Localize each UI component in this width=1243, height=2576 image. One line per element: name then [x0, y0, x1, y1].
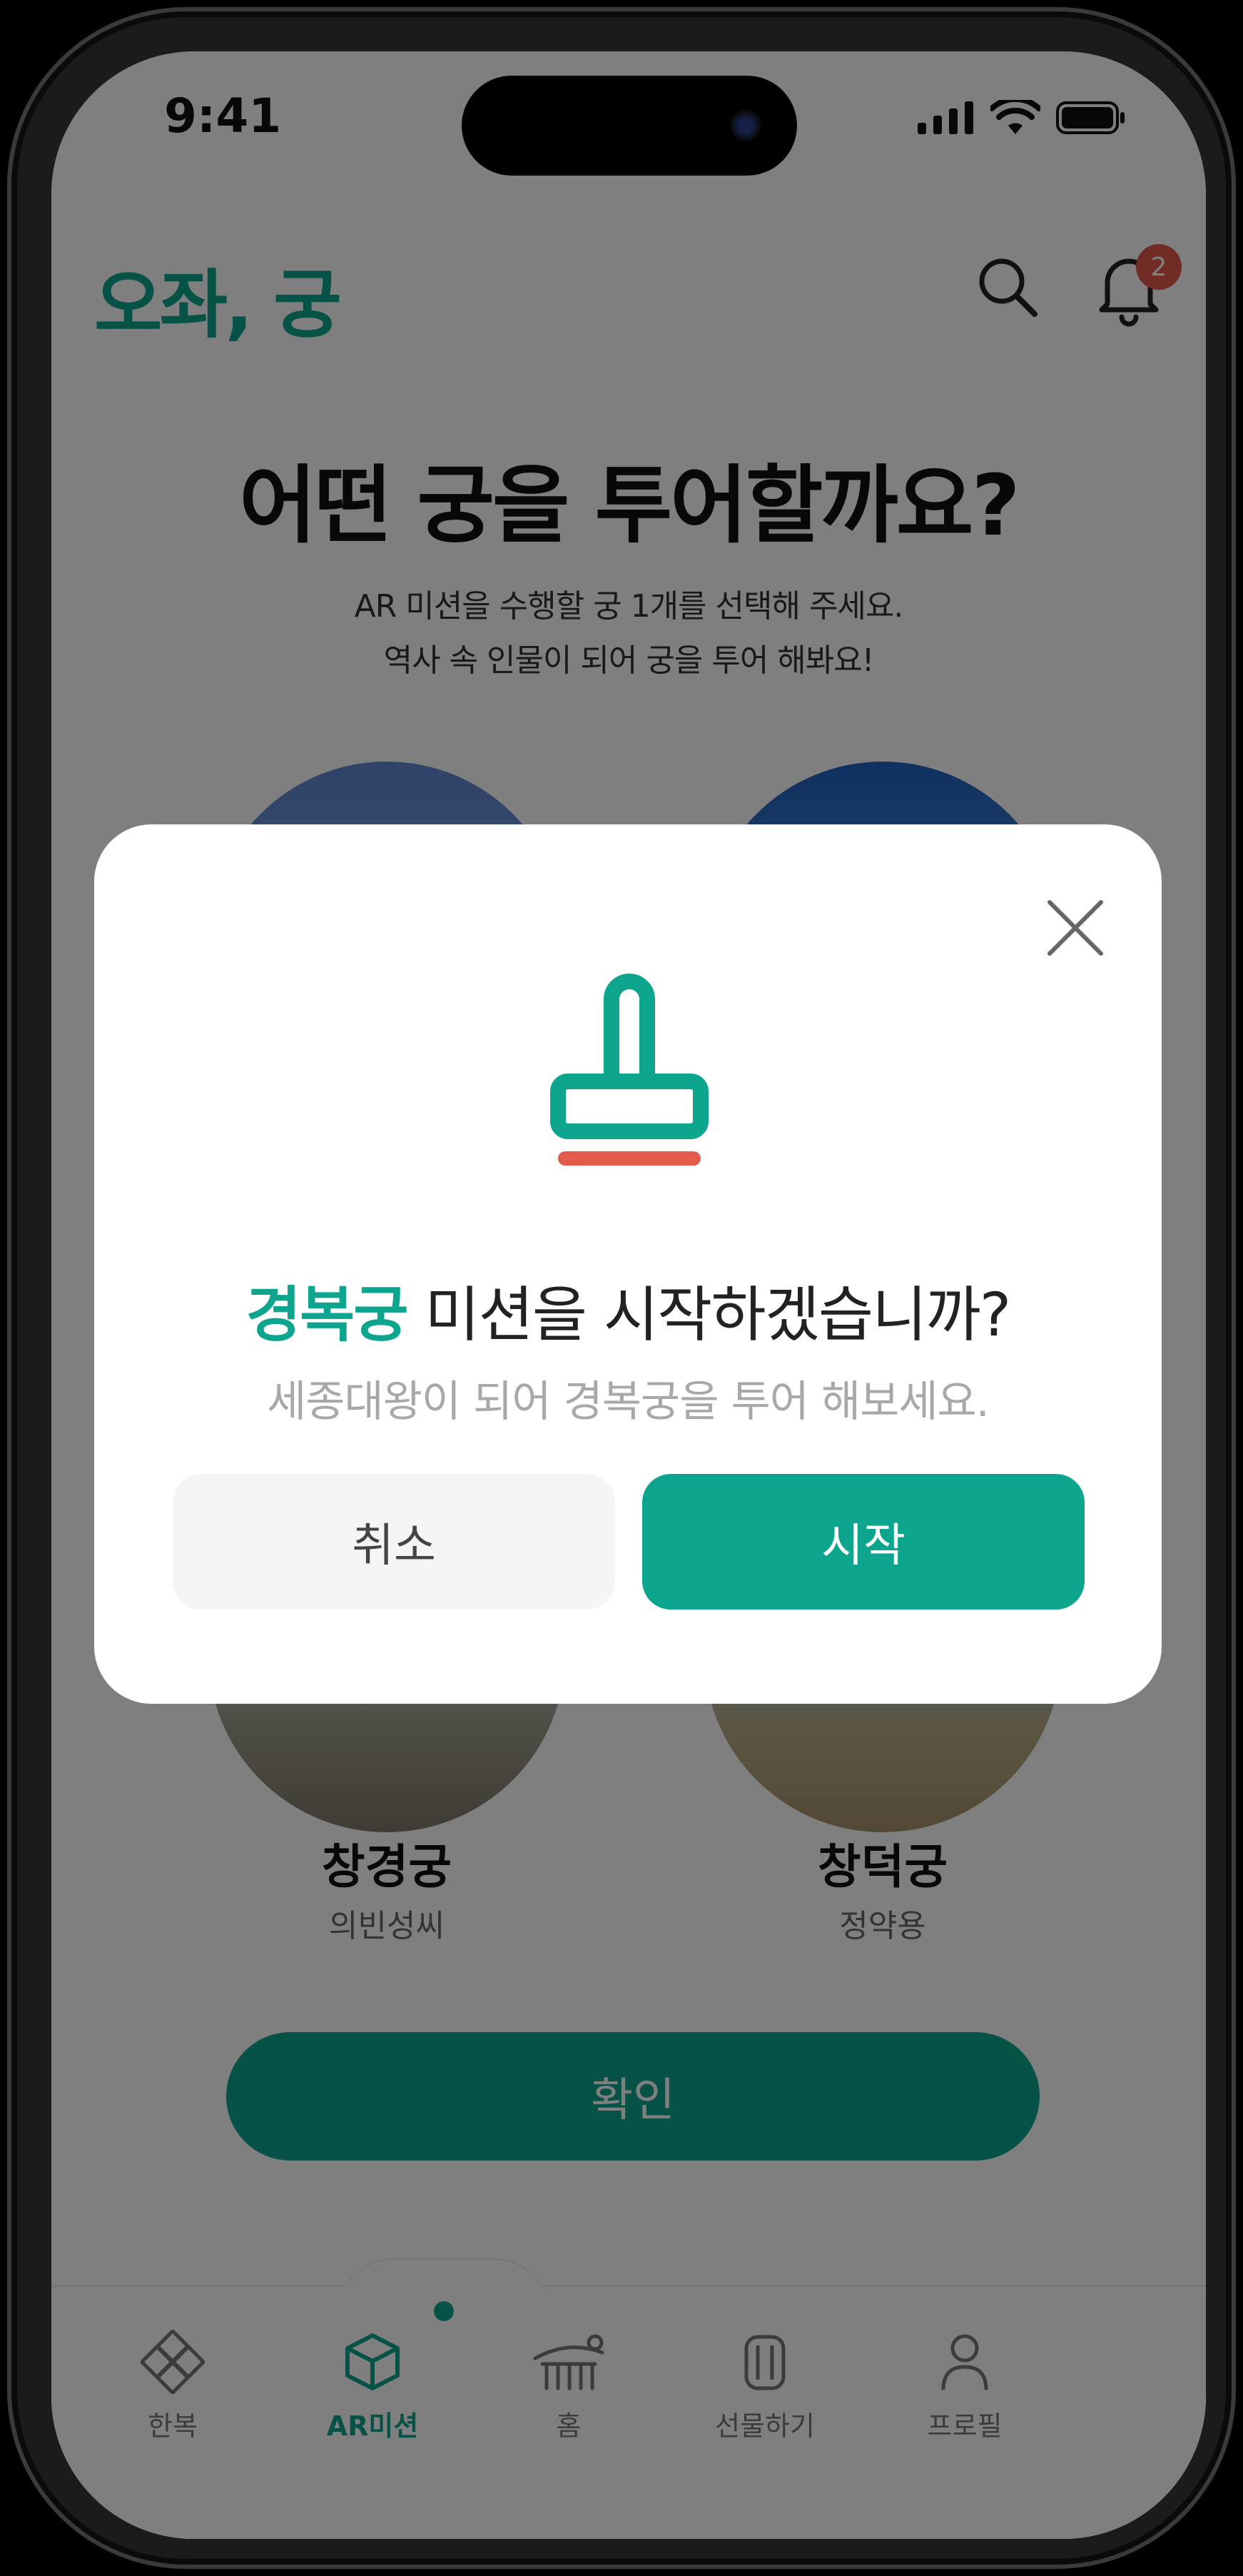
start-button[interactable]: 시작: [642, 1474, 1085, 1610]
dialog-subtitle: 세종대왕이 되어 경복궁을 투어 해보세요.: [267, 1377, 990, 1427]
stamp-icon: [550, 974, 709, 1166]
phone-frame: 9:41: [7, 7, 1236, 2569]
screen: 9:41: [51, 51, 1206, 2539]
cancel-button[interactable]: 취소: [173, 1474, 615, 1610]
mission-start-dialog: 경복궁 미션을 시작하겠습니까? 세종대왕이 되어 경복궁을 투어 해보세요. …: [94, 824, 1162, 1704]
close-icon[interactable]: [1040, 892, 1111, 964]
dialog-title-palace: 경복궁: [245, 1280, 409, 1350]
dialog-title: 경복궁 미션을 시작하겠습니까?: [94, 1267, 1162, 1353]
dialog-title-rest: 미션을 시작하겠습니까?: [407, 1280, 1011, 1350]
